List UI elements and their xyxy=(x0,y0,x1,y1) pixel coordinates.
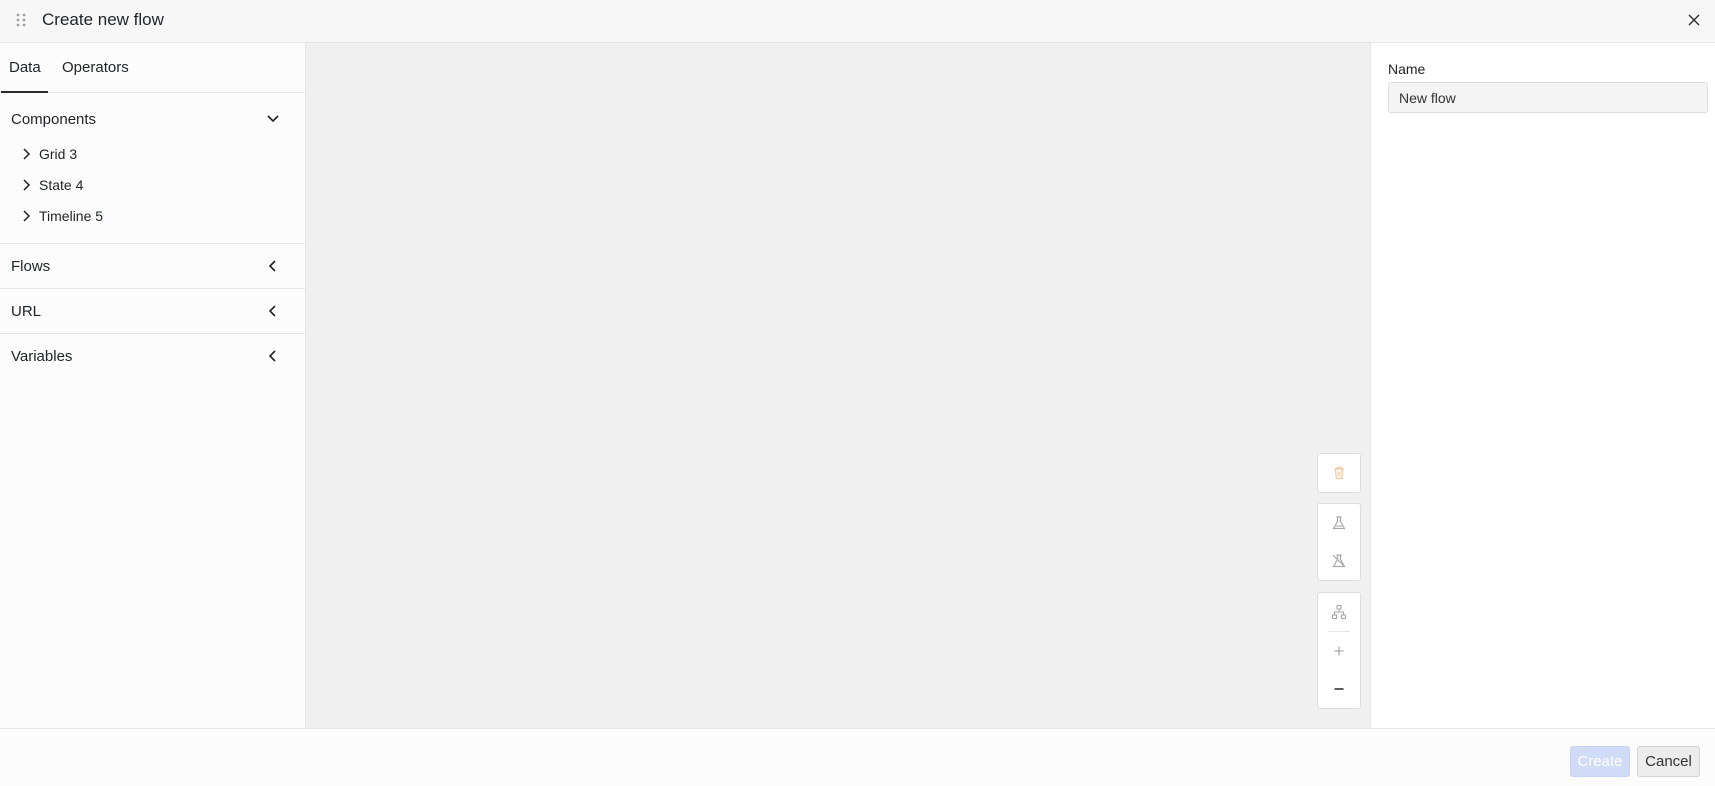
left-panel: Data Operators Components Grid 3 State 4 xyxy=(0,43,306,728)
trash-icon xyxy=(1334,466,1344,480)
name-label: Name xyxy=(1388,61,1426,77)
dialog-title: Create new flow xyxy=(42,10,164,29)
hierarchy-icon xyxy=(1331,604,1347,620)
chevron-left-icon xyxy=(266,304,280,318)
panel-tabs: Data Operators xyxy=(0,43,305,93)
close-icon xyxy=(1688,14,1700,26)
zoom-in-button[interactable] xyxy=(1318,632,1360,670)
url-section[interactable]: URL xyxy=(0,289,305,334)
chevron-left-icon xyxy=(266,349,280,363)
chevron-right-icon xyxy=(20,147,32,160)
zoom-out-button[interactable] xyxy=(1318,670,1360,708)
test-flow-button[interactable] xyxy=(1318,504,1360,542)
cancel-button[interactable]: Cancel xyxy=(1637,746,1700,777)
zoom-in-icon xyxy=(1334,646,1344,656)
name-input[interactable] xyxy=(1388,82,1708,113)
variables-section[interactable]: Variables xyxy=(0,334,305,379)
chevron-down-icon xyxy=(266,111,280,125)
delete-button[interactable] xyxy=(1318,454,1360,492)
tree-item-label: Grid 3 xyxy=(39,146,78,162)
flow-canvas[interactable] xyxy=(306,43,1370,728)
drag-handle-icon[interactable] xyxy=(15,12,27,28)
dialog-footer: Create Cancel xyxy=(0,728,1715,786)
section-title: Flows xyxy=(11,258,51,275)
create-button[interactable]: Create xyxy=(1570,746,1630,777)
section-title: URL xyxy=(11,303,42,320)
section-title: Components xyxy=(11,111,97,128)
test-tool-group xyxy=(1317,503,1361,581)
properties-panel: Name xyxy=(1370,43,1715,728)
close-button[interactable] xyxy=(1684,10,1704,30)
tree-item-label: Timeline 5 xyxy=(39,208,104,224)
flask-icon xyxy=(1332,516,1346,530)
dialog-header: Create new flow xyxy=(0,0,1715,43)
flask-off-icon xyxy=(1332,554,1346,568)
delete-tool-group xyxy=(1317,453,1361,493)
clear-test-button[interactable] xyxy=(1318,542,1360,580)
section-title: Variables xyxy=(11,348,73,365)
components-section-header[interactable]: Components xyxy=(0,93,305,143)
view-tool-group xyxy=(1317,592,1361,709)
auto-layout-button[interactable] xyxy=(1318,593,1360,631)
tab-operators[interactable]: Operators xyxy=(62,59,129,76)
components-section: Components Grid 3 State 4 Timeline 5 xyxy=(0,93,305,244)
chevron-right-icon xyxy=(20,209,32,222)
zoom-out-icon xyxy=(1334,688,1344,690)
flows-section[interactable]: Flows xyxy=(0,244,305,289)
chevron-left-icon xyxy=(266,259,280,273)
chevron-right-icon xyxy=(20,178,32,191)
tree-item-label: State 4 xyxy=(39,177,84,193)
tab-data[interactable]: Data xyxy=(9,59,41,76)
